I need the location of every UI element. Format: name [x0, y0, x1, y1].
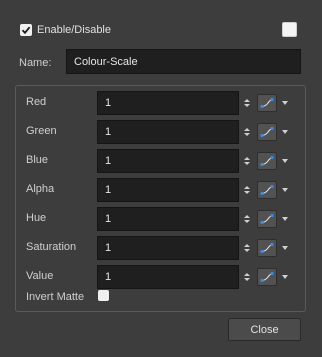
- chevron-down-icon[interactable]: [282, 246, 288, 250]
- checkmark-icon: [21, 26, 31, 35]
- chevron-down-icon[interactable]: [282, 130, 288, 134]
- function-curve-icon: [260, 184, 274, 196]
- chevron-down-icon[interactable]: [282, 101, 288, 105]
- green-label: Green: [26, 125, 57, 137]
- chevron-down-icon[interactable]: [282, 159, 288, 163]
- hue-spinner-icon[interactable]: [243, 212, 251, 226]
- alpha-field[interactable]: 1: [97, 178, 239, 202]
- color-swatch[interactable]: [282, 22, 297, 37]
- blue-field-value: 1: [105, 155, 112, 167]
- green-field-value: 1: [105, 126, 112, 138]
- value-field[interactable]: 1: [97, 265, 239, 289]
- name-field[interactable]: Colour-Scale: [66, 49, 301, 74]
- invert-matte-label: Invert Matte: [26, 291, 85, 303]
- red-field-value: 1: [105, 97, 112, 109]
- enable-checkbox[interactable]: [20, 24, 32, 36]
- green-field[interactable]: 1: [97, 120, 239, 144]
- blue-field[interactable]: 1: [97, 149, 239, 173]
- close-button[interactable]: Close: [228, 318, 301, 341]
- function-curve-icon: [260, 126, 274, 138]
- saturation-field[interactable]: 1: [97, 236, 239, 260]
- red-label: Red: [26, 96, 47, 108]
- hue-function-curve-button[interactable]: [257, 210, 277, 228]
- function-curve-icon: [260, 271, 274, 283]
- blue-function-curve-button[interactable]: [257, 152, 277, 170]
- function-curve-icon: [260, 155, 274, 167]
- green-function-curve-button[interactable]: [257, 123, 277, 141]
- alpha-function-curve-button[interactable]: [257, 181, 277, 199]
- function-curve-icon: [260, 242, 274, 254]
- alpha-field-value: 1: [105, 184, 112, 196]
- blue-label: Blue: [26, 154, 49, 166]
- hue-field[interactable]: 1: [97, 207, 239, 231]
- saturation-function-curve-button[interactable]: [257, 239, 277, 257]
- value-field-value: 1: [105, 271, 112, 283]
- chevron-down-icon[interactable]: [282, 217, 288, 221]
- hue-label: Hue: [26, 212, 47, 224]
- red-spinner-icon[interactable]: [243, 96, 251, 110]
- green-spinner-icon[interactable]: [243, 125, 251, 139]
- enable-label: Enable/Disable: [37, 24, 111, 36]
- saturation-field-value: 1: [105, 242, 112, 254]
- value-spinner-icon[interactable]: [243, 270, 251, 284]
- saturation-spinner-icon[interactable]: [243, 241, 251, 255]
- hue-field-value: 1: [105, 213, 112, 225]
- alpha-spinner-icon[interactable]: [243, 183, 251, 197]
- value-function-curve-button[interactable]: [257, 268, 277, 286]
- chevron-down-icon[interactable]: [282, 188, 288, 192]
- function-curve-icon: [260, 213, 274, 225]
- name-label: Name:: [19, 57, 52, 69]
- function-curve-icon: [260, 97, 274, 109]
- alpha-label: Alpha: [26, 183, 55, 195]
- chevron-down-icon[interactable]: [282, 275, 288, 279]
- red-field[interactable]: 1: [97, 91, 239, 115]
- saturation-label: Saturation: [26, 241, 77, 253]
- name-field-value: Colour-Scale: [74, 55, 138, 68]
- blue-spinner-icon[interactable]: [243, 154, 251, 168]
- value-label: Value: [26, 270, 54, 282]
- invert-matte-checkbox[interactable]: [98, 290, 109, 301]
- red-function-curve-button[interactable]: [257, 94, 277, 112]
- close-button-label: Close: [250, 323, 279, 336]
